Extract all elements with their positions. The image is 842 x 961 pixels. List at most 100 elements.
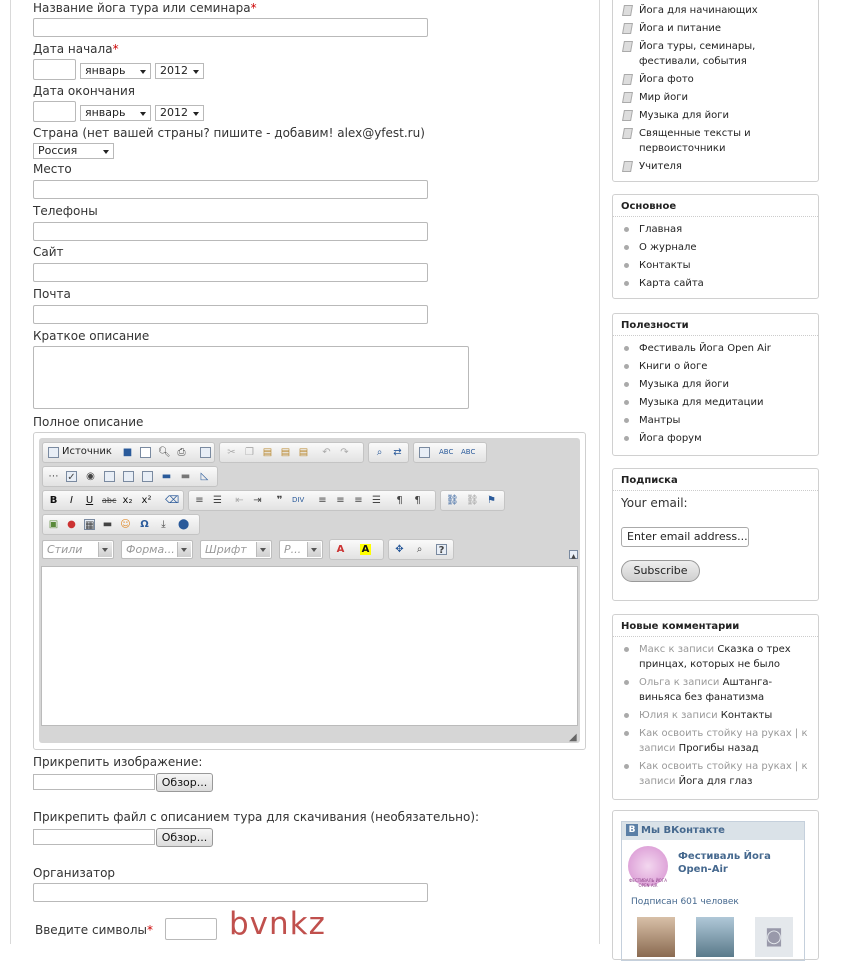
outdent-icon[interactable]: ⇤ — [234, 495, 245, 506]
collapse-toolbar-icon[interactable]: ▲ — [569, 550, 578, 560]
source-button[interactable]: Источник — [62, 446, 112, 457]
preview-icon[interactable]: 🔍︎ — [158, 447, 171, 458]
ltr-icon[interactable]: ¶ — [394, 495, 405, 506]
start-month-select[interactable]: январь — [80, 63, 151, 79]
attach-file-input[interactable] — [33, 829, 155, 845]
comment-post-link[interactable]: Йога для глаз — [679, 776, 753, 787]
subscribe-button[interactable]: Subscribe — [621, 560, 700, 582]
attach-image-browse-button[interactable]: Обзор... — [156, 773, 213, 792]
indent-icon[interactable]: ⇥ — [252, 495, 263, 506]
mail-input[interactable] — [33, 305, 428, 324]
attach-image-input[interactable] — [33, 774, 155, 790]
save-icon[interactable]: ■ — [122, 447, 133, 458]
undo-icon[interactable]: ↶ — [321, 447, 332, 458]
bulleted-list-icon[interactable]: ☰ — [212, 495, 223, 506]
sidebar-link-item[interactable]: Йога туры, семинары, фестивали, события — [613, 39, 818, 72]
checkbox-icon[interactable]: ✓ — [66, 471, 77, 483]
attach-file-browse-button[interactable]: Обзор... — [156, 828, 213, 847]
comment-author[interactable]: Юлия к записи — [639, 710, 718, 721]
page-break-icon[interactable]: ⤓ — [158, 519, 169, 530]
select-field-icon[interactable] — [142, 471, 153, 482]
sidebar-link-item[interactable]: Мир йоги — [613, 90, 818, 108]
smiley-icon[interactable]: ☺ — [120, 519, 131, 530]
strike-icon[interactable]: abc — [102, 495, 116, 506]
editor-content-area[interactable] — [41, 566, 578, 726]
radio-icon[interactable]: ◉ — [85, 471, 96, 482]
replace-icon[interactable]: ⇄ — [392, 447, 403, 458]
flash-icon[interactable]: ● — [66, 519, 77, 530]
sidebar-link-item[interactable]: Музыка для йоги — [613, 377, 818, 395]
subscribe-email-input[interactable]: Enter email address... — [621, 527, 749, 547]
form-icon[interactable]: ⋯ — [48, 471, 59, 482]
new-page-icon[interactable] — [140, 447, 151, 458]
maximize-icon[interactable]: ✥ — [394, 544, 405, 555]
div-icon[interactable]: DIV — [292, 495, 304, 506]
spellcheck-icon[interactable]: ABC — [439, 447, 453, 458]
sidebar-link-item[interactable]: Контакты — [613, 258, 818, 276]
site-input[interactable] — [33, 263, 428, 282]
iframe-icon[interactable]: ⬤ — [178, 519, 189, 530]
source-icon[interactable] — [48, 447, 59, 458]
vk-subscribers-count[interactable]: Подписан 601 человек — [631, 897, 739, 907]
bg-color-icon[interactable]: A — [360, 544, 371, 555]
sidebar-link-item[interactable]: Музыка для йоги — [613, 108, 818, 126]
sidebar-link-item[interactable]: Йога и питание — [613, 21, 818, 39]
remove-format-icon[interactable]: ⌫ — [165, 495, 179, 506]
underline-icon[interactable]: U — [84, 495, 95, 506]
comment-post-link[interactable]: Прогибы назад — [679, 743, 759, 754]
textarea-icon[interactable] — [123, 471, 134, 482]
resize-handle-icon[interactable]: ◢ — [569, 732, 577, 743]
find-icon[interactable]: ⌕ — [374, 447, 385, 458]
superscript-icon[interactable]: x² — [141, 495, 152, 506]
organizer-input[interactable] — [33, 883, 428, 902]
captcha-input[interactable] — [165, 918, 217, 940]
horizontal-rule-icon[interactable]: ▬ — [102, 519, 113, 530]
sidebar-link-item[interactable]: Священные тексты и первоисточники — [613, 126, 818, 159]
short-description-textarea[interactable] — [33, 346, 469, 409]
spellcheck-as-you-type-icon[interactable]: ABC — [461, 447, 475, 458]
table-icon[interactable]: ▦ — [84, 519, 95, 531]
sidebar-link-item[interactable]: Книги о йоге — [613, 359, 818, 377]
align-justify-icon[interactable]: ☰ — [371, 495, 382, 506]
subscript-icon[interactable]: x₂ — [122, 495, 133, 506]
numbered-list-icon[interactable]: ≡ — [194, 495, 205, 506]
place-input[interactable] — [33, 180, 428, 199]
sidebar-link-item[interactable]: Учителя — [613, 159, 818, 177]
sidebar-link-item[interactable]: Карта сайта — [613, 276, 818, 294]
align-right-icon[interactable]: ≡ — [353, 495, 364, 506]
select-all-icon[interactable] — [419, 447, 430, 458]
show-blocks-icon[interactable]: ⌕ — [414, 544, 425, 555]
textfield-icon[interactable] — [104, 471, 115, 482]
phones-input[interactable] — [33, 222, 428, 241]
end-year-select[interactable]: 2012 — [155, 105, 204, 121]
sidebar-link-item[interactable]: Йога форум — [613, 431, 818, 449]
italic-icon[interactable]: I — [66, 495, 77, 506]
vk-member-avatar[interactable] — [696, 917, 734, 957]
paste-word-icon[interactable]: ▤ — [298, 447, 309, 458]
blockquote-icon[interactable]: ❞ — [274, 495, 285, 506]
start-year-select[interactable]: 2012 — [155, 63, 204, 79]
hidden-field-icon[interactable]: ▬ — [180, 471, 191, 482]
print-icon[interactable]: ⎙ — [176, 447, 187, 458]
comment-author[interactable]: Ольга к записи — [639, 677, 719, 688]
styles-combo[interactable]: Стили — [42, 540, 114, 559]
vk-member-avatar[interactable] — [637, 917, 675, 957]
rtl-icon[interactable]: ¶ — [412, 495, 423, 506]
sidebar-link-item[interactable]: Йога для начинающих — [613, 3, 818, 21]
text-color-icon[interactable]: A — [335, 544, 346, 555]
comment-author[interactable]: Макс к записи — [639, 644, 714, 655]
copy-icon[interactable]: ❐ — [244, 447, 255, 458]
image-icon[interactable]: ▣ — [48, 519, 59, 530]
bold-icon[interactable]: B — [48, 495, 59, 506]
sidebar-link-item[interactable]: Мантры — [613, 413, 818, 431]
link-icon[interactable]: ⛓ — [446, 495, 459, 506]
sidebar-link-item[interactable]: Йога фото — [613, 72, 818, 90]
country-select[interactable]: Россия — [33, 143, 114, 159]
sidebar-link-item[interactable]: Музыка для медитации — [613, 395, 818, 413]
anchor-icon[interactable]: ⚑ — [486, 495, 497, 506]
vk-group-name[interactable]: Фестиваль Йога Open-Air — [678, 850, 778, 876]
paste-text-icon[interactable]: ▤ — [280, 447, 291, 458]
templates-icon[interactable] — [200, 447, 211, 458]
camera-icon[interactable]: ◙ — [755, 917, 793, 957]
align-left-icon[interactable]: ≡ — [317, 495, 328, 506]
